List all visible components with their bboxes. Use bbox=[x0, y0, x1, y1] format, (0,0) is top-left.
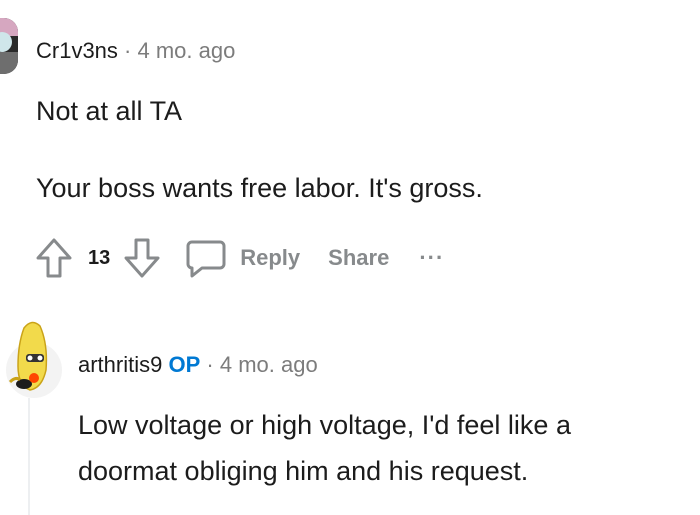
comment-text-line: Not at all TA bbox=[36, 96, 183, 126]
avatar[interactable] bbox=[0, 18, 18, 74]
comment-meta: arthritis9 OP · 4 mo. ago bbox=[78, 352, 318, 378]
avatar[interactable] bbox=[2, 318, 66, 398]
thread-line[interactable] bbox=[28, 398, 30, 515]
comment-timestamp[interactable]: 4 mo. ago bbox=[138, 38, 236, 63]
meta-separator: · bbox=[124, 38, 132, 63]
comment-bubble-icon[interactable] bbox=[184, 236, 228, 280]
more-icon[interactable]: ··· bbox=[419, 245, 444, 271]
author-name[interactable]: Cr1v3ns bbox=[36, 38, 118, 63]
op-badge: OP bbox=[168, 352, 201, 377]
avatar-body bbox=[0, 52, 18, 74]
author-name[interactable]: arthritis9 bbox=[78, 352, 162, 377]
upvote-icon[interactable] bbox=[34, 236, 74, 280]
comment-text-line: Your boss wants free labor. It's gross. bbox=[36, 173, 483, 203]
meta-separator: · bbox=[206, 352, 214, 377]
reply-button[interactable]: Reply bbox=[240, 245, 300, 271]
comment-text-line: Low voltage or high voltage, I'd feel li… bbox=[78, 410, 571, 440]
comment-timestamp[interactable]: 4 mo. ago bbox=[220, 352, 318, 377]
vote-score: 13 bbox=[88, 246, 111, 269]
comment-meta: Cr1v3ns · 4 mo. ago bbox=[36, 38, 235, 64]
comment-text-line: doormat obliging him and his request. bbox=[78, 456, 529, 486]
comment-actions: 13 Reply Share ··· bbox=[34, 236, 444, 280]
share-button[interactable]: Share bbox=[328, 245, 389, 271]
downvote-icon[interactable] bbox=[122, 236, 162, 280]
